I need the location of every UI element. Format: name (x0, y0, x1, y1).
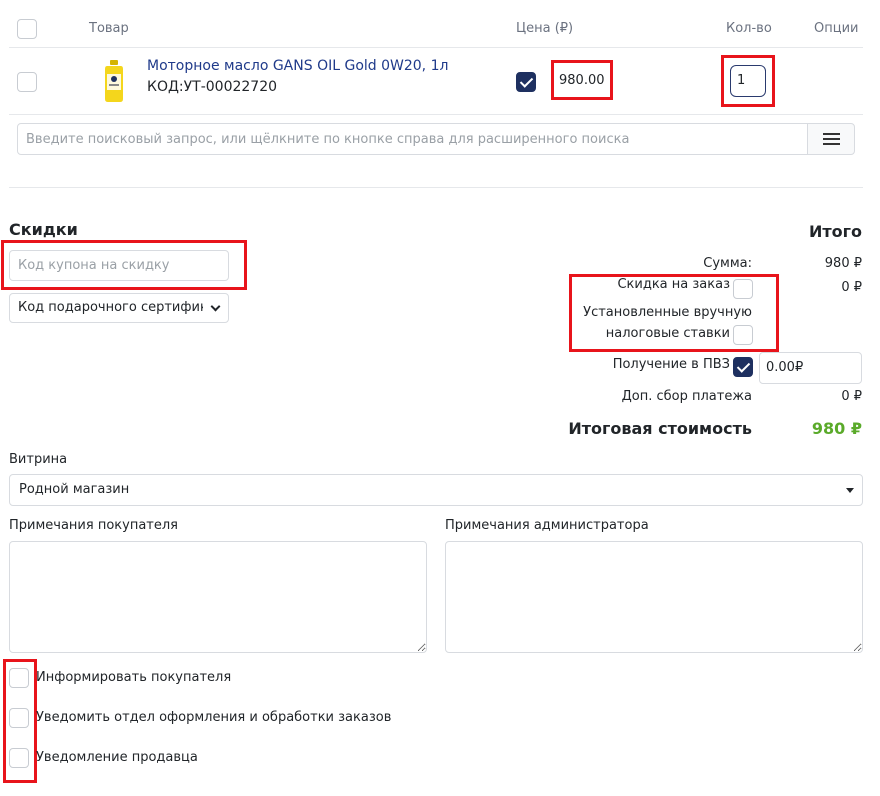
pickup-label: Получение в ПВЗ (612, 357, 730, 372)
pickup-cost-value: 0.00₽ (766, 360, 804, 375)
row-select-checkbox[interactable] (17, 72, 37, 92)
notify-customer-checkbox[interactable] (9, 668, 29, 688)
manual-tax-checkbox[interactable] (733, 325, 753, 345)
certificate-select-value: Код подарочного сертификата (18, 300, 203, 315)
product-image[interactable] (103, 60, 125, 102)
column-header-options: Опции (814, 21, 859, 36)
notify-seller-checkbox[interactable] (9, 748, 29, 768)
order-discount-checkbox[interactable] (733, 279, 753, 299)
fee-label: Доп. сбор платежа (621, 389, 752, 404)
storefront-select-value: Родной магазин (19, 482, 130, 497)
search-input[interactable] (17, 123, 808, 155)
column-header-qty: Кол-во (726, 21, 772, 36)
product-name-link[interactable]: Моторное масло GANS OIL Gold 0W20, 1л (147, 58, 448, 74)
price-input[interactable]: 980.00 (559, 73, 605, 88)
admin-notes-label: Примечания администратора (445, 518, 649, 533)
qty-value: 1 (737, 73, 746, 88)
advanced-search-button[interactable] (807, 123, 855, 155)
storefront-select[interactable]: Родной магазин (9, 474, 863, 506)
qty-input[interactable]: 1 (730, 65, 766, 97)
order-discount-label: Скидка на заказ (617, 277, 730, 292)
totals-title: Итого (808, 222, 862, 241)
admin-notes-textarea[interactable] (445, 541, 863, 653)
notify-seller-label: Уведомление продавца (36, 750, 198, 765)
chevron-down-icon (210, 301, 221, 312)
column-header-product: Товар (89, 21, 129, 36)
pickup-cost-input[interactable]: 0.00₽ (759, 352, 862, 384)
notify-customer-label: Информировать покупателя (36, 670, 232, 685)
storefront-label: Витрина (9, 452, 68, 467)
column-header-price: Цена (₽) (516, 21, 574, 36)
final-total-value: 980 ₽ (811, 419, 862, 438)
discounts-title: Скидки (9, 220, 78, 239)
section-divider (9, 187, 863, 188)
fee-value: 0 ₽ (841, 389, 862, 404)
coupon-input[interactable] (9, 250, 229, 281)
final-total-label: Итоговая стоимость (568, 419, 752, 438)
header-divider (9, 47, 863, 48)
product-code: КОД:УТ-00022720 (147, 79, 278, 95)
customer-notes-label: Примечания покупателя (9, 518, 178, 533)
select-all-checkbox[interactable] (17, 19, 37, 39)
manual-tax-label-line1: Установленные вручную (583, 305, 752, 320)
notify-department-label: Уведомить отдел оформления и обработки з… (36, 710, 392, 725)
sum-label: Сумма: (703, 256, 752, 271)
manual-tax-label-line2: налоговые ставки (605, 326, 730, 341)
pickup-checkbox[interactable] (733, 357, 753, 377)
sum-value: 980 ₽ (824, 256, 862, 271)
menu-icon (823, 133, 840, 145)
certificate-select[interactable]: Код подарочного сертификата (9, 293, 229, 323)
customer-notes-textarea[interactable] (9, 541, 427, 653)
order-discount-value: 0 ₽ (841, 280, 862, 295)
row-divider (9, 114, 863, 115)
notify-department-checkbox[interactable] (9, 708, 29, 728)
caret-down-icon (846, 488, 854, 493)
price-override-checkbox[interactable] (516, 72, 536, 92)
